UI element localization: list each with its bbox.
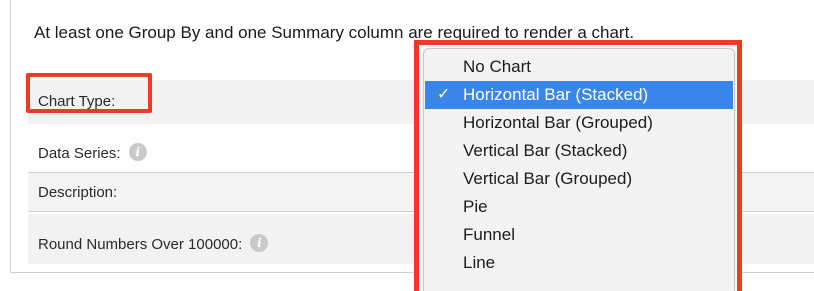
divider bbox=[742, 172, 814, 173]
chart-type-option-horizontal-bar-stacked[interactable]: ✓ Horizontal Bar (Stacked) bbox=[425, 81, 733, 109]
info-icon[interactable]: i bbox=[128, 143, 147, 161]
chart-type-option-no-chart[interactable]: No Chart bbox=[425, 53, 733, 81]
chart-type-option-vertical-bar-grouped[interactable]: Vertical Bar (Grouped) bbox=[425, 165, 733, 193]
chart-type-option-funnel[interactable]: Funnel bbox=[425, 221, 733, 249]
checkmark-icon: ✓ bbox=[437, 86, 451, 103]
chart-type-option-horizontal-bar-grouped[interactable]: Horizontal Bar (Grouped) bbox=[425, 109, 733, 137]
divider bbox=[742, 211, 814, 212]
round-numbers-label-wrap: Round Numbers Over 100000: i bbox=[38, 234, 269, 253]
chart-type-dropdown-menu[interactable]: No Chart ✓ Horizontal Bar (Stacked) Hori… bbox=[423, 48, 735, 291]
info-icon[interactable]: i bbox=[250, 234, 269, 252]
chart-type-option-line[interactable]: Line bbox=[425, 249, 733, 277]
round-numbers-label: Round Numbers Over 100000: bbox=[38, 236, 243, 253]
data-series-label: Data Series: bbox=[38, 145, 121, 162]
chart-type-option-vertical-bar-stacked[interactable]: Vertical Bar (Stacked) bbox=[425, 137, 733, 165]
chart-type-option-pie[interactable]: Pie bbox=[425, 193, 733, 221]
chart-type-highlight-annotation bbox=[26, 73, 152, 113]
data-series-label-wrap: Data Series: i bbox=[38, 143, 147, 162]
description-label: Description: bbox=[38, 184, 118, 201]
